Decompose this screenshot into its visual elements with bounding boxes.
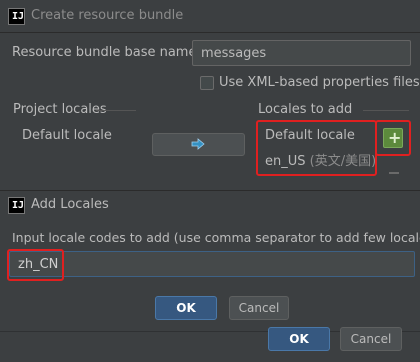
highlight-add-button [375,120,411,156]
intellij-icon: IJ [8,197,25,214]
create-bundle-ok-button[interactable]: OK [268,327,330,351]
highlight-locale-input [7,249,64,281]
project-locales-separator [96,110,136,111]
add-locales-ok-button[interactable]: OK [155,296,217,320]
add-locales-title: Add Locales [31,197,109,212]
locale-codes-input[interactable]: zh_CN [9,251,415,277]
arrow-right-icon [191,138,205,150]
xml-properties-label[interactable]: Use XML-based properties files [219,75,420,90]
locales-to-add-separator [363,110,409,111]
intellij-icon: IJ [8,8,25,25]
xml-properties-checkbox[interactable] [200,76,214,90]
project-locale-item[interactable]: Default locale [22,128,112,143]
highlight-locales-list [256,120,377,176]
locales-to-add-header: Locales to add [258,102,353,117]
project-locales-header: Project locales [13,102,107,117]
create-bundle-title: Create resource bundle [31,8,184,23]
locale-codes-prompt: Input locale codes to add (use comma sep… [12,230,420,245]
base-name-input[interactable]: messages [192,40,411,66]
minus-icon[interactable] [389,172,399,174]
create-bundle-cancel-button[interactable]: Cancel [340,327,402,351]
add-locales-cancel-button[interactable]: Cancel [229,296,289,320]
base-name-label: Resource bundle base name: [12,45,201,60]
